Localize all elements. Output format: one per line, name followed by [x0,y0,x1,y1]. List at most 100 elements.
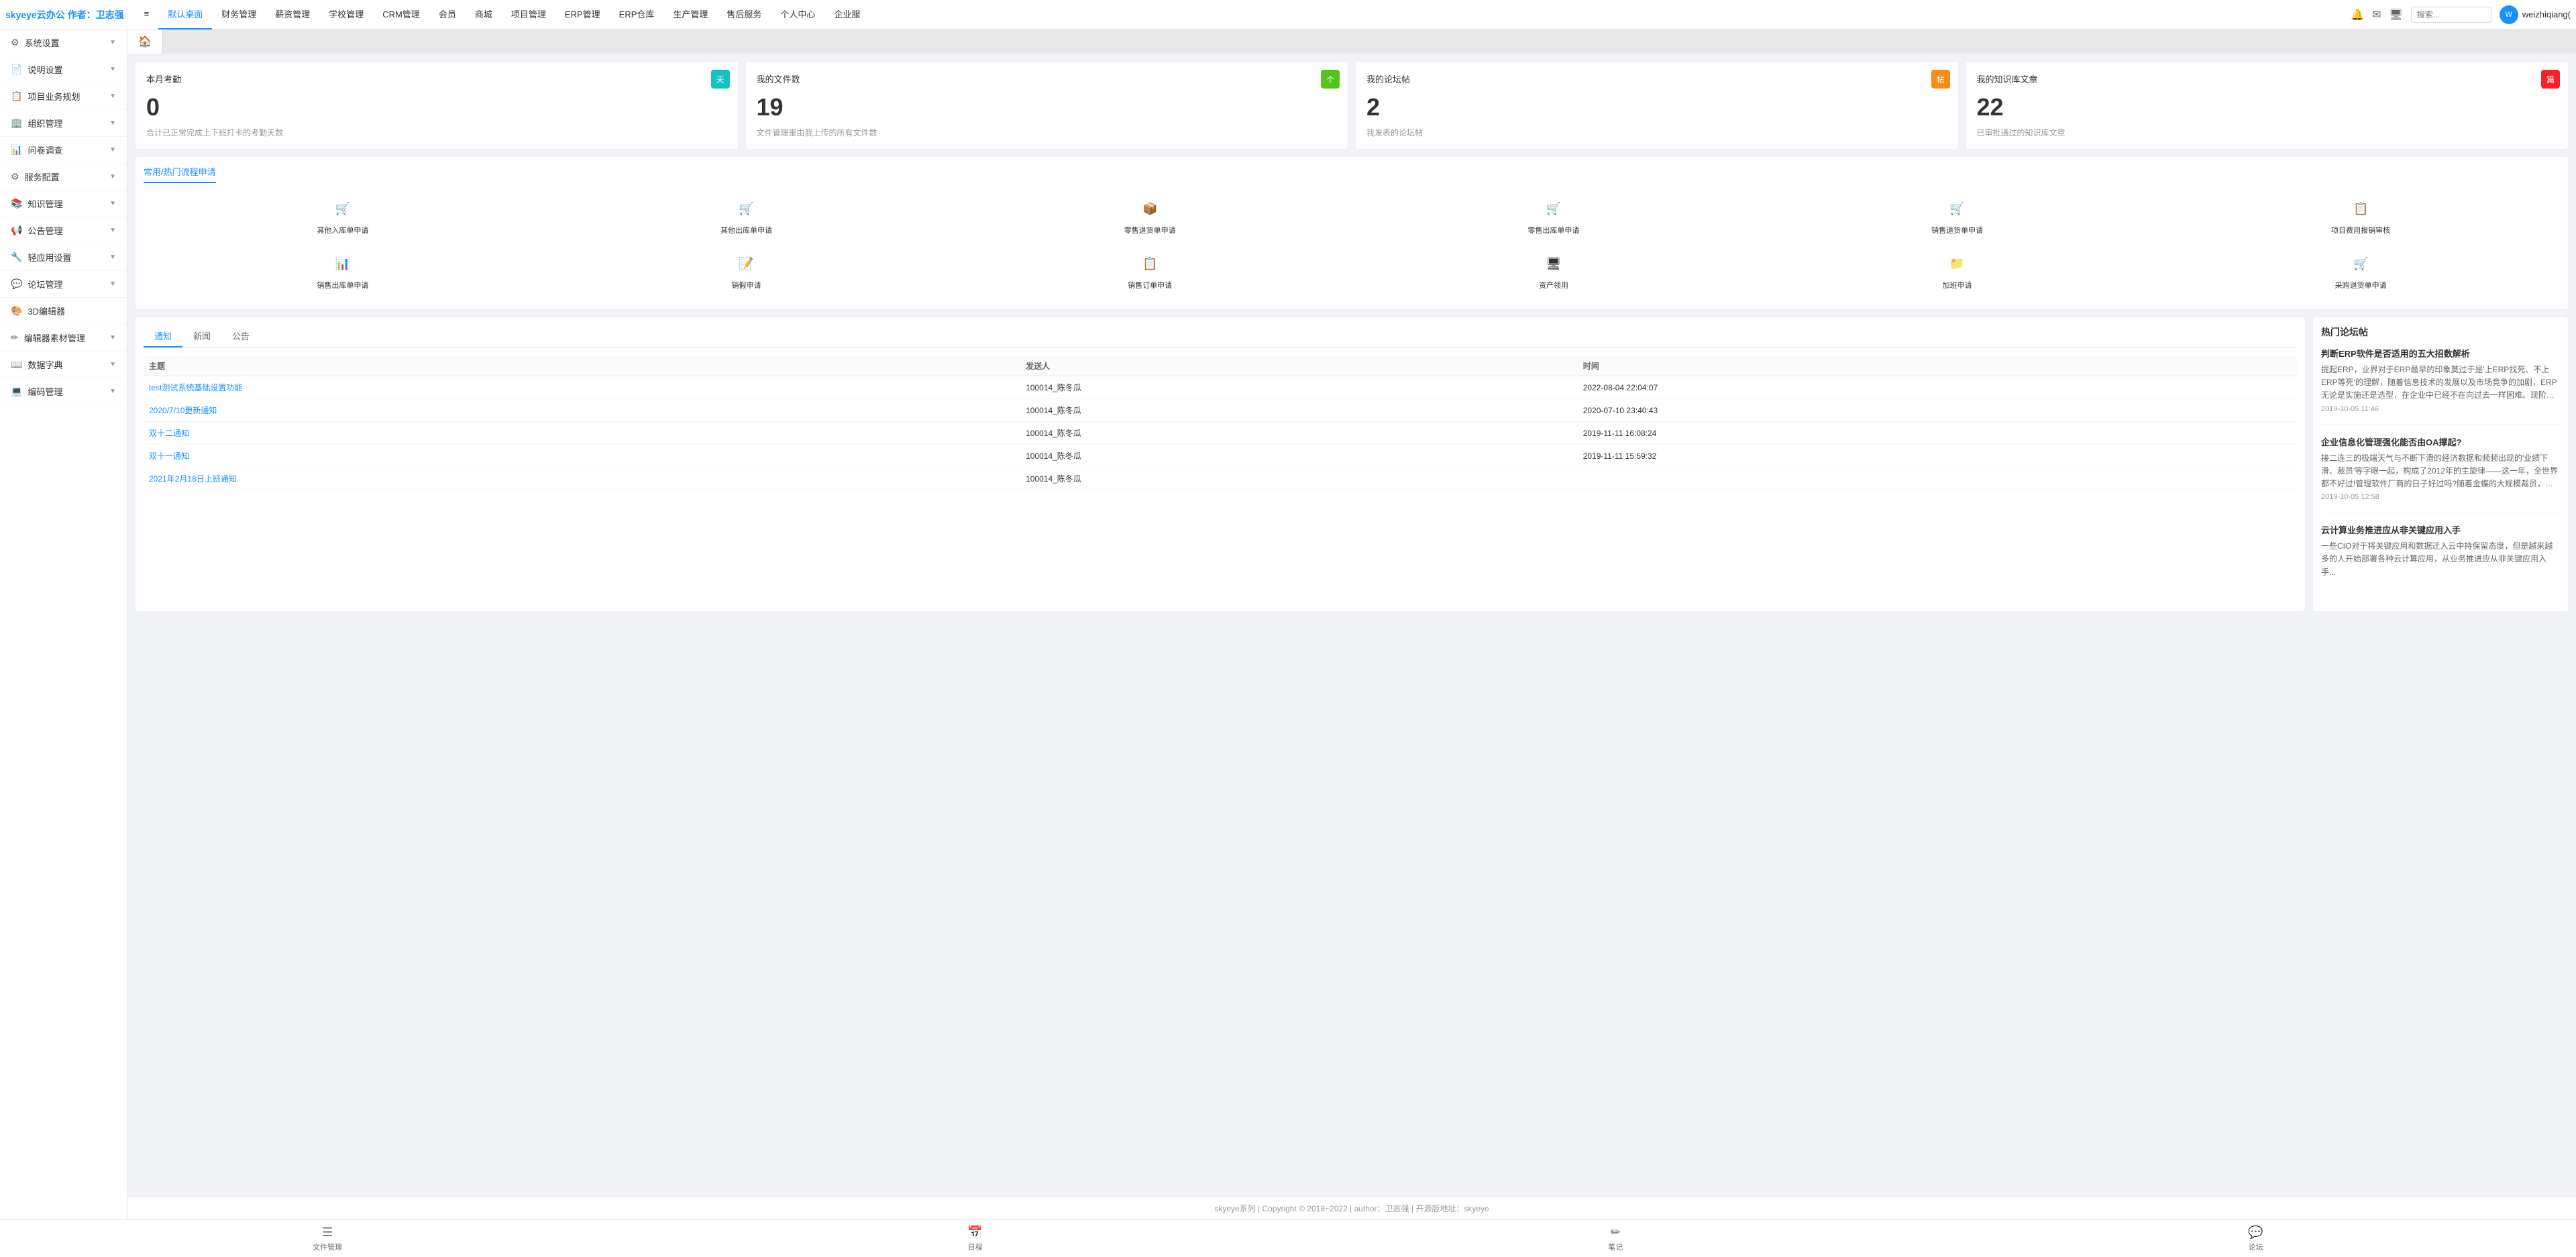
sidebar-item-left: 💻 编码管理 [11,385,62,398]
nav-item-production[interactable]: 生产管理 [663,0,717,30]
search-input[interactable] [2411,7,2491,23]
sidebar-item-项目业务规划[interactable]: 📋 项目业务规划 ▼ [0,83,127,110]
sidebar-item-icon: 📖 [11,359,22,370]
workflow-item-其他出库单申请[interactable]: 🛒 其他出库单申请 [547,191,946,241]
table-column-header: 主题 [144,356,1020,376]
nav-item-project[interactable]: 项目管理 [502,0,555,30]
sidebar-item-数据字典[interactable]: 📖 数据字典 ▼ [0,351,127,378]
toolbar-item-icon: ☰ [322,1225,333,1240]
nav-item-enterprise[interactable]: 企业服 [824,0,869,30]
notifications-section: 通知新闻公告 主题发送人时间 test测试系统基础设置功能100014_陈冬瓜2… [136,317,2305,611]
workflow-item-资产领用[interactable]: 🖥 资产领用 [1354,246,1753,296]
nav-item-home[interactable]: 默认桌面 [158,0,212,30]
forum-post-title[interactable]: 企业信息化管理强化能否由OA撑起? [2321,435,2560,448]
username-label: weizhiqiang( [2522,9,2571,19]
notif-tab-通知[interactable]: 通知 [144,325,182,347]
workflow-item-项目费用报销审核[interactable]: 📋 项目费用报销审核 [2161,191,2560,241]
workflow-item-icon: 🛒 [1542,197,1566,221]
sidebar-item-组织管理[interactable]: 🏢 组织管理 ▼ [0,110,127,137]
main-layout: ⚙ 系统设置 ▼ 📄 说明设置 ▼ 📋 项目业务规划 ▼ 🏢 组织管理 ▼ 📊 … [0,30,2576,1219]
notification-bell-icon[interactable]: 🔔 [2351,8,2364,21]
notification-subject-link[interactable]: 2020/7/10更新通知 [144,399,1020,422]
workflow-item-icon: 📝 [734,252,758,276]
nav-item-shop[interactable]: 商城 [466,0,502,30]
sidebar-item-icon: 🔧 [11,252,22,263]
sidebar-item-论坛管理[interactable]: 💬 论坛管理 ▼ [0,271,127,298]
forum-post-item: 企业信息化管理强化能否由OA撑起? 接二连三的极端天气与不断下滑的经济数据和频频… [2321,435,2560,513]
notification-subject-link[interactable]: 双十一通知 [144,445,1020,468]
sidebar-item-label: 知识管理 [28,197,62,210]
chevron-down-icon: ▼ [109,388,116,395]
nav-item-member[interactable]: 会员 [429,0,466,30]
workflow-item-label: 销售出库单申请 [317,280,368,290]
forum-section: 热门论坛帖 判断ERP软件是否适用的五大招数解析 提起ERP，业界对于ERP最早… [2313,317,2568,611]
sidebar-item-说明设置[interactable]: 📄 说明设置 ▼ [0,56,127,83]
sidebar-item-label: 编辑器素材管理 [24,331,85,344]
workflow-item-加班申请[interactable]: 📁 加班申请 [1758,246,2157,296]
notification-subject-link[interactable]: 双十二通知 [144,422,1020,445]
sidebar-item-系统设置[interactable]: ⚙ 系统设置 ▼ [0,30,127,56]
nav-item-aftersale[interactable]: 售后服务 [717,0,771,30]
sidebar-item-公告管理[interactable]: 📢 公告管理 ▼ [0,217,127,244]
workflow-item-销售订单申请[interactable]: 📋 销售订单申请 [951,246,1349,296]
workflow-item-icon: 🛒 [2349,252,2373,276]
toolbar-item-icon: 💬 [2248,1225,2263,1240]
nav-item-erp-warehouse[interactable]: ERP仓库 [610,0,664,30]
sidebar-item-label: 论坛管理 [28,278,62,290]
nav-item-menu[interactable]: ≡ [135,0,159,30]
nav-item-personal[interactable]: 个人中心 [771,0,824,30]
nav-item-school[interactable]: 学校管理 [319,0,373,30]
toolbar-item-笔记[interactable]: ✏ 笔记 [1608,1225,1623,1252]
sidebar-item-编辑器素材管理[interactable]: ✏ 编辑器素材管理 ▼ [0,325,127,351]
forum-post-title[interactable]: 云计算业务推进应从非关键应用入手 [2321,523,2560,536]
workflow-item-label: 采购退货单申请 [2335,280,2387,290]
sidebar-item-编码管理[interactable]: 💻 编码管理 ▼ [0,378,127,405]
sidebar-item-3D编辑器[interactable]: 🎨 3D编辑器 [0,298,127,325]
nav-item-crm[interactable]: CRM管理 [373,0,429,30]
notif-tab-公告[interactable]: 公告 [221,325,260,347]
nav-item-salary[interactable]: 薪资管理 [266,0,319,30]
stat-number: 22 [1977,93,2558,121]
content-area: 🏠 本月考勤 天 0 合计已正常完成上下班打卡的考勤天数 我的文件数 个 19 … [127,30,2576,1219]
screen-icon[interactable]: 🖥 [2389,8,2402,21]
toolbar-item-日程[interactable]: 📅 日程 [967,1225,982,1252]
notif-tab-新闻[interactable]: 新闻 [182,325,221,347]
workflow-item-采购退货单申请[interactable]: 🛒 采购退货单申请 [2161,246,2560,296]
workflow-item-其他入库单申请[interactable]: 🛒 其他入库单申请 [144,191,542,241]
chevron-down-icon: ▼ [109,146,116,154]
workflow-item-销假申请[interactable]: 📝 销假申请 [547,246,946,296]
user-profile[interactable]: W weizhiqiang( [2500,5,2571,24]
toolbar-item-文件管理[interactable]: ☰ 文件管理 [313,1225,342,1252]
workflow-item-label: 其他入库单申请 [317,225,368,235]
workflow-row: 🛒 其他入库单申请 🛒 其他出库单申请 📦 零售退货单申请 🛒 零售出库单申请 … [144,191,2560,241]
page-content: 本月考勤 天 0 合计已正常完成上下班打卡的考勤天数 我的文件数 个 19 文件… [127,54,2576,1197]
chevron-down-icon: ▼ [109,361,116,368]
forum-post-item: 云计算业务推进应从非关键应用入手 一些CIO对于将关键应用和数据迁入云中持保留态… [2321,523,2560,592]
workflow-item-零售出库单申请[interactable]: 🛒 零售出库单申请 [1354,191,1753,241]
stat-desc: 文件管理里由我上传的所有文件数 [757,127,1338,138]
notification-subject-link[interactable]: test测试系统基础设置功能 [144,376,1020,399]
notification-subject-link[interactable]: 2021年2月18日上班通知 [144,468,1020,490]
sidebar-item-icon: 💬 [11,278,22,290]
stat-card-0: 本月考勤 天 0 合计已正常完成上下班打卡的考勤天数 [136,62,738,149]
footer: skyeye系列 | Copyright © 2018~2022 | autho… [127,1197,2576,1219]
nav-item-finance[interactable]: 财务管理 [212,0,266,30]
workflow-item-label: 零售出库单申请 [1527,225,1579,235]
nav-item-erp[interactable]: ERP管理 [555,0,610,30]
sidebar-item-服务配置[interactable]: ⚙ 服务配置 ▼ [0,164,127,190]
forum-post-title[interactable]: 判断ERP软件是否适用的五大招数解析 [2321,347,2560,360]
message-icon[interactable]: ✉ [2372,8,2381,21]
sidebar-item-问卷调查[interactable]: 📊 问卷调查 ▼ [0,137,127,164]
home-tab[interactable]: 🏠 [127,30,163,54]
workflow-item-销售退货单申请[interactable]: 🛒 销售退货单申请 [1758,191,2157,241]
workflow-item-销售出库单申请[interactable]: 📊 销售出库单申请 [144,246,542,296]
stat-number: 2 [1366,93,1947,121]
toolbar-item-label: 笔记 [1608,1242,1623,1252]
toolbar-item-论坛[interactable]: 💬 论坛 [2248,1225,2263,1252]
sidebar-item-icon: ⚙ [11,37,19,48]
sidebar-item-轻应用设置[interactable]: 🔧 轻应用设置 ▼ [0,244,127,271]
workflow-item-零售退货单申请[interactable]: 📦 零售退货单申请 [951,191,1349,241]
sidebar-item-知识管理[interactable]: 📚 知识管理 ▼ [0,190,127,217]
stat-card-3: 我的知识库文章 篇 22 已审批通过的知识库文章 [1966,62,2569,149]
sidebar-item-icon: ⚙ [11,171,19,182]
